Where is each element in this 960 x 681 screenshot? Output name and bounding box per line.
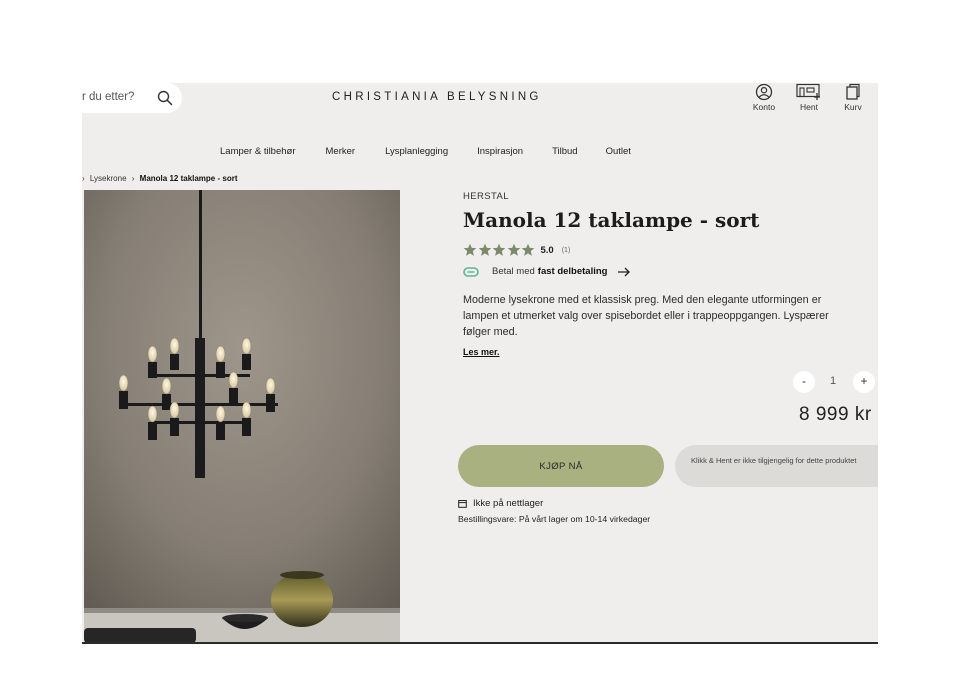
search-input[interactable]: r du etter?: [82, 91, 134, 103]
quantity-increase-button[interactable]: +: [853, 371, 875, 393]
store-pickup-icon: [796, 83, 820, 100]
star-icon: [521, 243, 535, 256]
product-brand[interactable]: HERSTAL: [463, 191, 509, 202]
breadcrumb-separator: ›: [131, 174, 135, 183]
buy-now-button[interactable]: KJØP NÅ: [458, 445, 664, 487]
stock-status: Ikke på nettlager: [458, 498, 543, 509]
rating-row[interactable]: 5.0 (1): [463, 243, 570, 257]
click-collect-notice: Klikk & Hent er ikke tilgjengelig for de…: [675, 445, 878, 487]
product-page: r du etter? CHRISTIANIA BELYSNING Konto …: [82, 83, 878, 643]
breadcrumb: › Lysekrone › Manola 12 taklampe - sort: [82, 174, 237, 183]
star-icon: [478, 243, 491, 256]
product-price: 8 999 kr: [799, 404, 872, 425]
nav-item-lamper[interactable]: Lamper & tilbehør: [220, 146, 296, 157]
cart-button[interactable]: Kurv: [835, 83, 871, 112]
quantity-value[interactable]: 1: [830, 375, 836, 387]
breadcrumb-lysekrone[interactable]: Lysekrone: [90, 174, 127, 183]
nav-item-merker[interactable]: Merker: [326, 146, 356, 157]
breadcrumb-separator: ›: [82, 174, 85, 183]
rating-value: 5.0: [540, 244, 554, 256]
nav-item-outlet[interactable]: Outlet: [606, 146, 631, 157]
quantity-decrease-button[interactable]: -: [793, 371, 815, 393]
nav-item-lysplanlegging[interactable]: Lysplanlegging: [385, 146, 448, 157]
star-icon: [463, 243, 477, 256]
star-icon: [507, 243, 520, 256]
product-image[interactable]: [84, 190, 400, 643]
bottom-divider: [82, 642, 878, 644]
pickup-store-button[interactable]: Hent: [791, 83, 827, 112]
pickup-label: Hent: [800, 102, 818, 112]
pickup-notice-text: Klikk & Hent er ikke tilgjengelig for de…: [691, 456, 857, 465]
payment-method: fast delbetaling: [537, 266, 608, 277]
site-logo[interactable]: CHRISTIANIA BELYSNING: [332, 91, 542, 103]
search-icon[interactable]: [156, 89, 174, 107]
breadcrumb-current: Manola 12 taklampe - sort: [139, 174, 238, 183]
product-description: Moderne lysekrone med et klassisk preg. …: [463, 294, 829, 338]
main-nav: Lamper & tilbehør Merker Lysplanlegging …: [220, 146, 631, 157]
read-more-link[interactable]: Les mer.: [463, 347, 500, 357]
cart-label: Kurv: [844, 102, 862, 112]
chandelier-photo: [84, 190, 400, 643]
account-icon: [755, 83, 773, 101]
account-button[interactable]: Konto: [746, 83, 782, 112]
calendar-icon: [458, 500, 467, 508]
delivery-info: Bestillingsvare: På vårt lager om 10-14 …: [458, 514, 651, 524]
review-count[interactable]: (1): [562, 247, 571, 254]
payment-option[interactable]: Betal med fast delbetaling: [463, 266, 631, 277]
search-bar[interactable]: r du etter?: [82, 83, 182, 113]
star-icon: [492, 243, 506, 256]
cart-icon: [846, 83, 860, 100]
payment-prefix: Betal med: [492, 266, 535, 277]
product-title: Manola 12 taklampe - sort: [463, 208, 760, 232]
stock-status-text: Ikke på nettlager: [473, 498, 544, 509]
payment-plan-icon: [463, 266, 479, 277]
account-label: Konto: [752, 102, 776, 112]
arrow-right-icon[interactable]: [617, 267, 631, 277]
nav-item-tilbud[interactable]: Tilbud: [552, 146, 578, 157]
nav-item-inspirasjon[interactable]: Inspirasjon: [477, 146, 523, 157]
